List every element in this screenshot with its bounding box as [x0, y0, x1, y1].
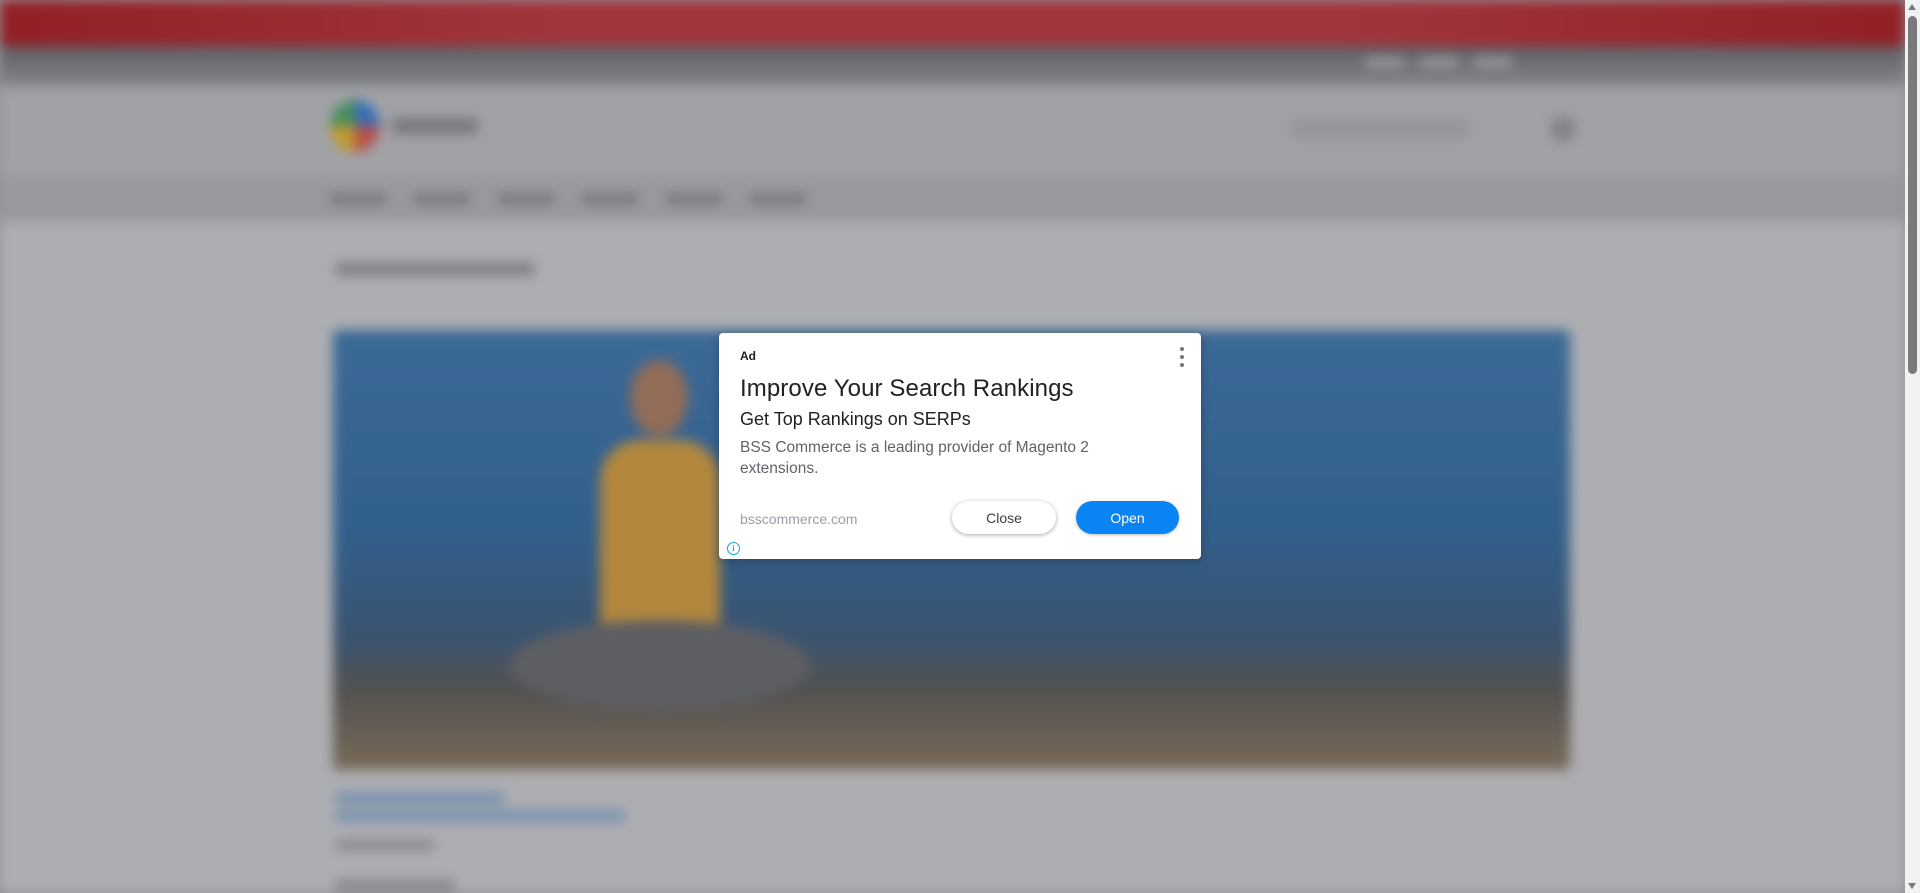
ad-display-url[interactable]: bsscommerce.com	[740, 511, 857, 527]
browser-viewport: Ad Improve Your Search Rankings Get Top …	[0, 0, 1905, 893]
scroll-down-arrow-icon[interactable]	[1908, 883, 1916, 889]
ad-dialog: Ad Improve Your Search Rankings Get Top …	[719, 333, 1201, 559]
scrollbar-thumb[interactable]	[1908, 16, 1917, 374]
ad-description: BSS Commerce is a leading provider of Ma…	[740, 439, 1089, 477]
ad-headline[interactable]: Improve Your Search Rankings	[740, 375, 1180, 403]
close-button[interactable]: Close	[952, 501, 1056, 534]
vertical-dots-icon[interactable]	[1177, 347, 1187, 367]
page-scrollbar[interactable]	[1905, 0, 1920, 893]
ad-subheadline: Get Top Rankings on SERPs	[740, 409, 971, 429]
scroll-up-arrow-icon[interactable]	[1908, 4, 1916, 10]
adchoices-info-icon[interactable]: i	[727, 542, 740, 555]
open-button[interactable]: Open	[1076, 501, 1179, 534]
ad-label: Ad	[740, 349, 756, 363]
